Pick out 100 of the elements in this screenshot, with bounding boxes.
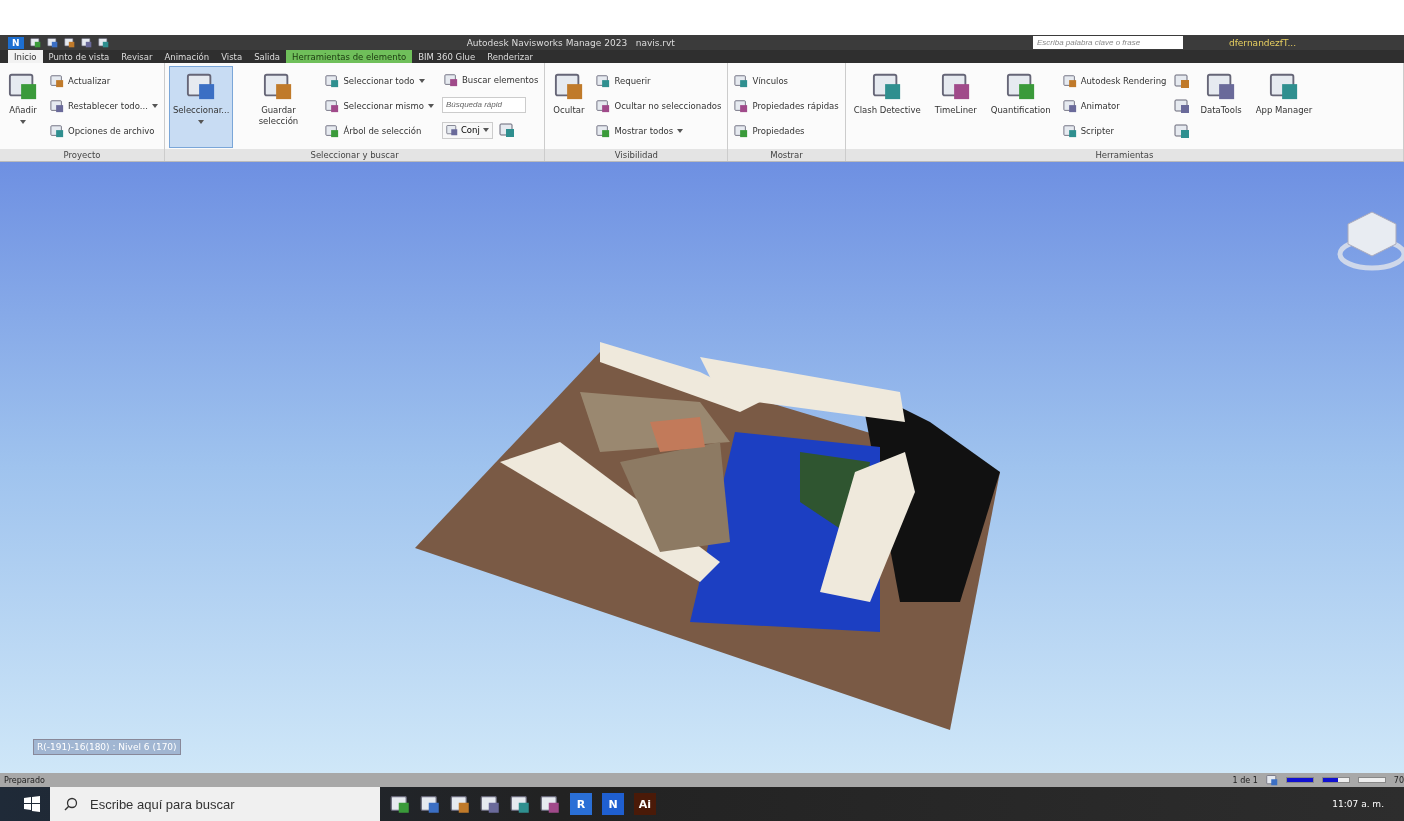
ribbon-button[interactable]: Añadir [4, 66, 42, 148]
caret-icon [151, 103, 158, 108]
ribbon-button[interactable]: Seleccionar todo [323, 72, 436, 89]
tool-icon [50, 73, 64, 88]
ribbon-button[interactable]: Quantification [986, 66, 1055, 148]
tool-icon [1174, 97, 1191, 114]
ribbon-button[interactable]: Scripter [1060, 122, 1169, 139]
tool-icon [596, 123, 611, 138]
quick-search-field[interactable]: Búsqueda rápid [441, 97, 526, 113]
app-icon [480, 794, 500, 814]
ribbon-button[interactable]: Propiedades rápidas [732, 97, 841, 114]
tool-icon [186, 71, 217, 101]
tool-icon [263, 71, 294, 101]
group-label[interactable]: Visibilidad [545, 149, 728, 161]
app-icon [420, 794, 440, 814]
ribbon-tab[interactable]: Revisar [115, 50, 159, 63]
tool-icon [325, 73, 340, 88]
ribbon-button[interactable]: Árbol de selección [323, 122, 436, 139]
ribbon-tab[interactable]: Salida [248, 50, 287, 63]
ribbon-button[interactable]: Guardar selección [239, 66, 318, 148]
ribbon-button[interactable]: Ocultar no seleccionados [594, 97, 724, 114]
ribbon-tab[interactable]: Herramientas de elemento [286, 50, 413, 63]
ribbon-button[interactable]: Clash Detective [849, 66, 925, 148]
app-icon[interactable]: N [602, 793, 624, 815]
tool-icon [50, 123, 64, 138]
tool-icon [445, 124, 458, 137]
tool-icon [734, 73, 749, 88]
ribbon-tab[interactable]: Animación [158, 50, 216, 63]
ribbon-button[interactable]: Restablecer todo... [48, 97, 160, 114]
ribbon-button[interactable]: Propiedades [732, 122, 841, 139]
caret-icon [482, 128, 489, 133]
set-dropdown[interactable]: Conj [441, 121, 493, 139]
page-indicator: 1 de 1 [1232, 775, 1258, 785]
group-label[interactable]: Herramientas [845, 149, 1403, 161]
caret-icon [677, 128, 684, 133]
clock: 11:07 a. m. [1332, 799, 1384, 809]
tool-icon [443, 73, 458, 88]
tool-icon [1269, 71, 1299, 101]
ribbon-button[interactable]: Mostrar todos [594, 122, 724, 139]
ribbon-button[interactable]: Seleccionar... [168, 66, 234, 148]
group-label[interactable]: Proyecto [0, 149, 164, 161]
caret-icon [20, 120, 26, 124]
tool-icon [1062, 73, 1077, 88]
sets-icon [498, 121, 515, 138]
tool-icon [553, 71, 584, 101]
location-label: R(-191)-16(180) : Nivel 6 (170) [33, 739, 181, 755]
ribbon-button[interactable]: TimeLiner [930, 66, 981, 148]
windows-icon[interactable] [24, 796, 40, 812]
tool-icon [872, 71, 903, 101]
ribbon-button[interactable]: Opciones de archivo [48, 122, 160, 139]
ribbon-tab[interactable]: BIM 360 Glue [412, 50, 482, 63]
app-icon [450, 794, 470, 814]
tool-icon [596, 73, 611, 88]
search-field[interactable]: Escriba palabra clave o frase [1032, 36, 1183, 49]
ribbon-tab[interactable]: Vista [215, 50, 249, 63]
toolbar-icon [46, 37, 58, 48]
group-label[interactable]: Seleccionar y buscar [164, 149, 545, 161]
search-icon [64, 797, 78, 811]
ribbon-button[interactable]: Requerir [594, 72, 724, 89]
tool-icon [325, 123, 340, 138]
toolbar-icon [97, 37, 109, 48]
tool-icon [1206, 71, 1237, 101]
tool-icon [596, 98, 611, 113]
caret-icon [198, 120, 205, 124]
tool-icon [1062, 123, 1077, 138]
ribbon-button[interactable]: Autodesk Rendering [1060, 72, 1169, 89]
ribbon-button[interactable]: DataTools [1196, 66, 1246, 148]
group-label[interactable]: Mostrar [728, 149, 845, 161]
ribbon-tab[interactable]: Punto de vista [42, 50, 116, 63]
ribbon-tab[interactable]: Inicio [8, 50, 43, 63]
ribbon-button[interactable]: Animator [1060, 97, 1169, 114]
status-text: Preparado [4, 775, 46, 785]
app-icon[interactable]: R [570, 793, 592, 815]
user-name[interactable]: dfernandezfT... [1228, 37, 1296, 48]
app-icon [510, 794, 530, 814]
tool-icon [1062, 98, 1077, 113]
tool-icon [734, 98, 749, 113]
ribbon-button[interactable]: Seleccionar mismo [323, 97, 436, 114]
ribbon-button[interactable]: Actualizar [48, 72, 160, 89]
caret-icon [418, 78, 425, 83]
toolbar-icon [29, 37, 41, 48]
grid-icon [1265, 774, 1278, 786]
app-icon [390, 794, 410, 814]
app-icon [540, 794, 560, 814]
status-value: 70 [1393, 775, 1404, 785]
ribbon-button[interactable]: Ocultar [549, 66, 589, 148]
tool-icon [50, 98, 64, 113]
tool-icon [1005, 71, 1036, 101]
tool-icon [325, 98, 340, 113]
tool-icon [734, 123, 749, 138]
toolbar-icon [80, 37, 92, 48]
tool-icon [1174, 72, 1191, 89]
tool-icon [940, 71, 971, 101]
ribbon-button[interactable]: App Manager [1251, 66, 1317, 148]
ribbon-button[interactable]: Buscar elementos [441, 72, 541, 89]
ribbon-button[interactable]: Vínculos [732, 72, 841, 89]
taskbar-search-field[interactable]: Escribe aquí para buscar [50, 787, 380, 821]
app-icon[interactable]: Ai [634, 793, 656, 815]
ribbon-tab[interactable]: Renderizar [481, 50, 539, 63]
tool-icon [1174, 122, 1191, 139]
